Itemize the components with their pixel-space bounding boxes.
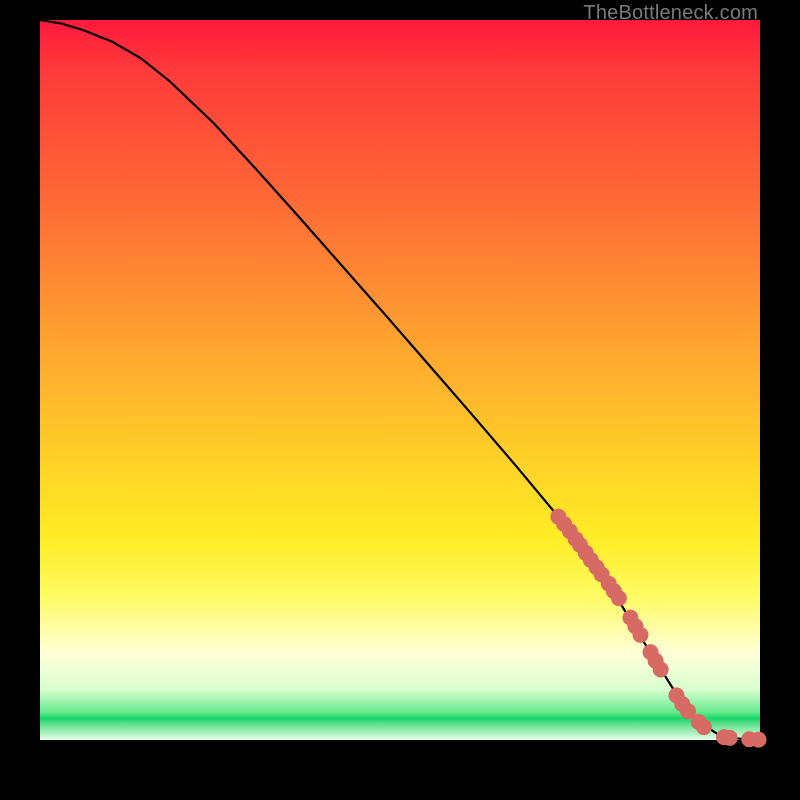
chart-svg [40,20,760,740]
data-point [751,732,767,748]
data-point [696,719,712,735]
bottleneck-curve [40,20,760,740]
data-point [653,661,669,677]
data-point [611,590,627,606]
chart-frame [40,20,760,740]
data-points-group [550,509,766,748]
data-point [722,730,738,746]
data-point [632,627,648,643]
